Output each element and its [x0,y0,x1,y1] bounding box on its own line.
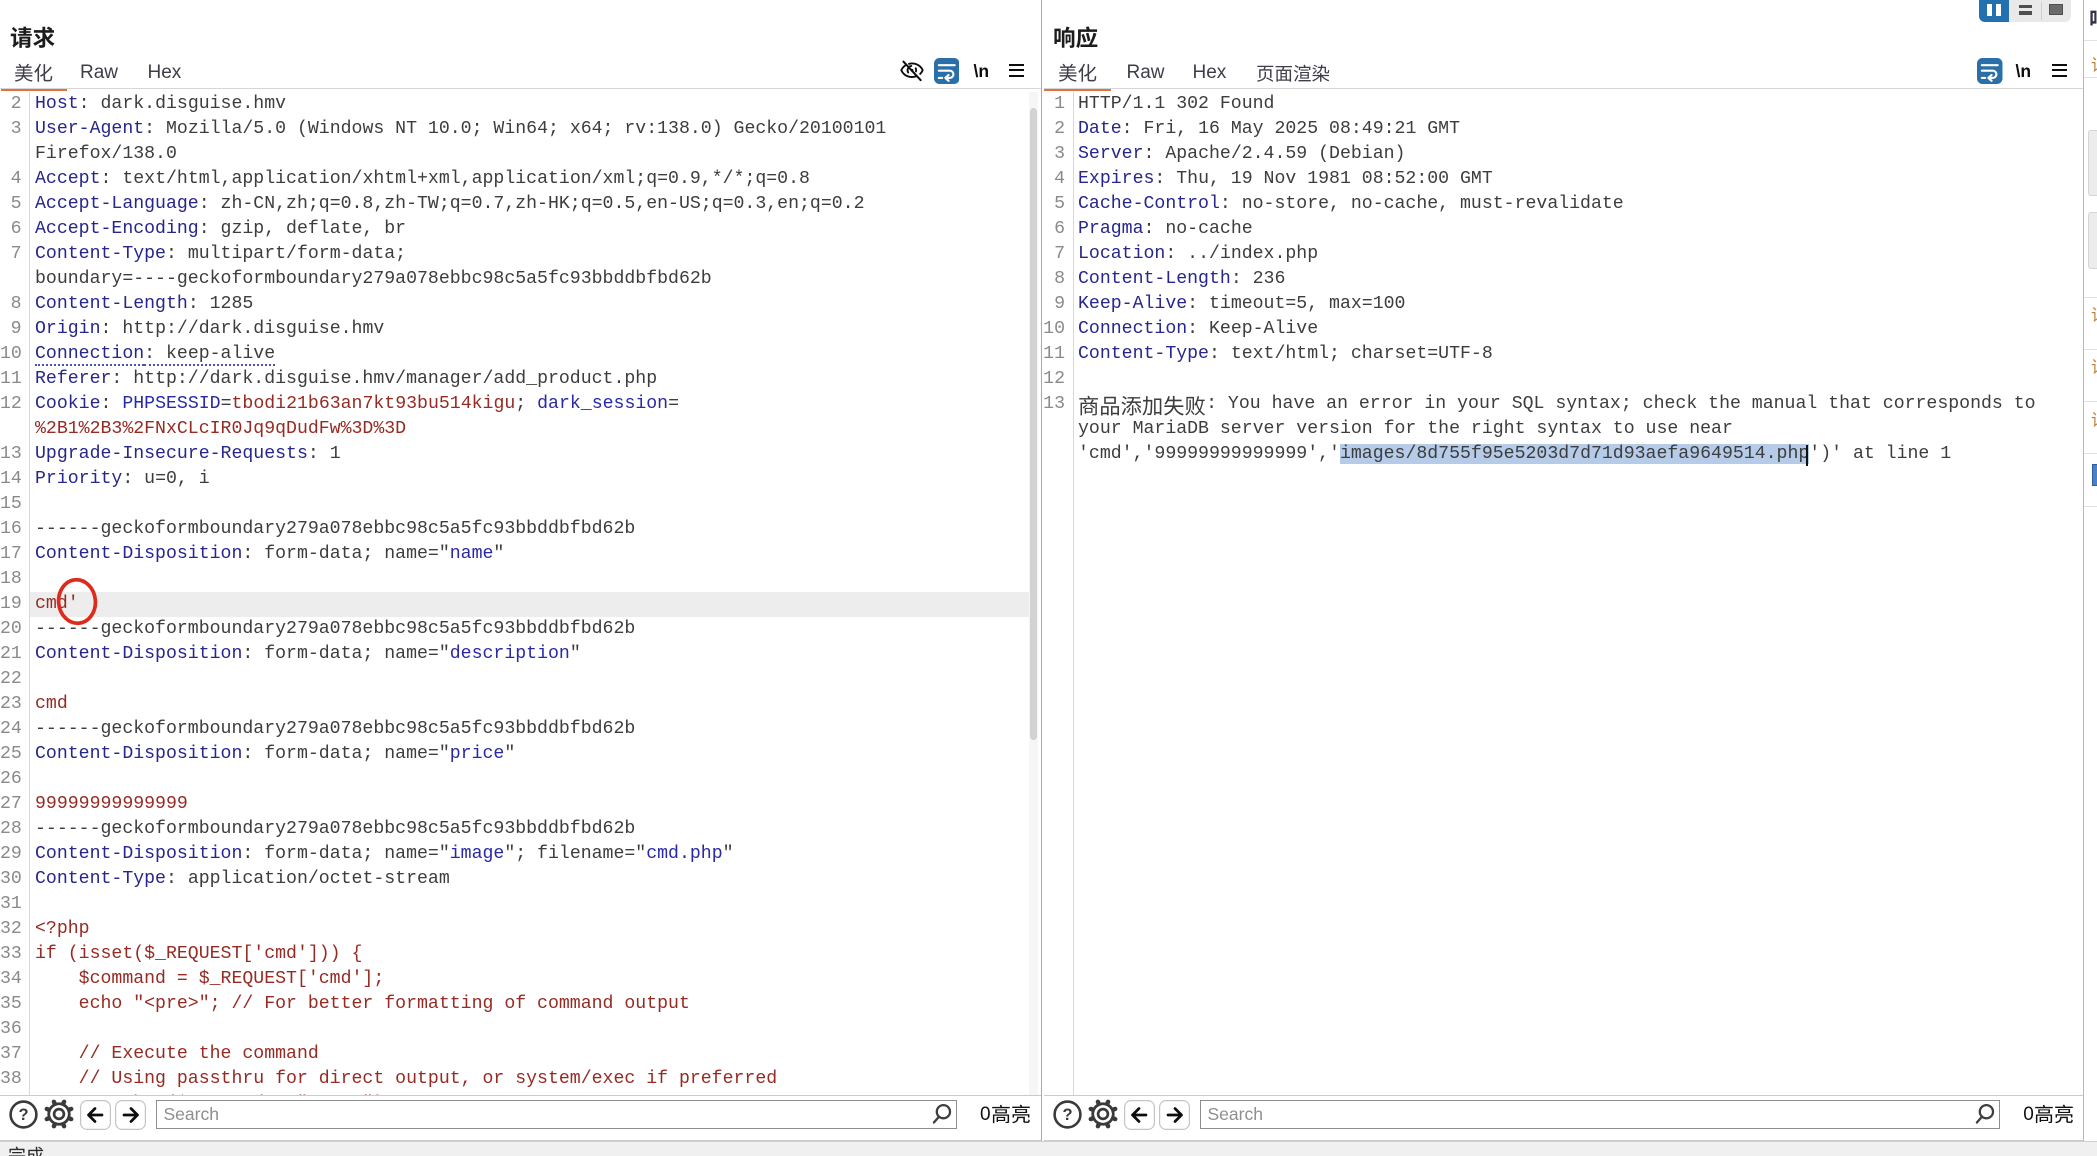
svg-text:?: ? [1062,1106,1072,1124]
svg-text:?: ? [18,1106,28,1124]
